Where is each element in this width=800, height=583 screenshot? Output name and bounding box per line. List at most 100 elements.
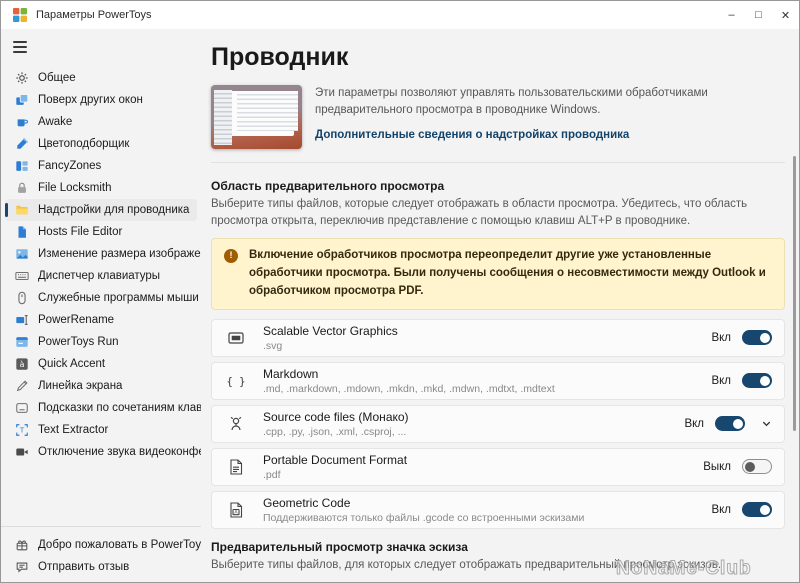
sidebar-item-label: Awake — [38, 116, 72, 128]
close-button[interactable]: ✕ — [772, 1, 799, 29]
toggle-state-label: Выкл — [703, 461, 731, 473]
enable-toggle-gcode[interactable] — [742, 502, 772, 517]
lock-icon — [14, 181, 29, 196]
settings-scroll-area: Область предварительного просмотра Выбер… — [201, 163, 799, 583]
sidebar-item-feedback[interactable]: Отправить отзыв — [5, 556, 197, 578]
sidebar-item-text-extractor[interactable]: T Text Extractor — [5, 419, 197, 441]
main-content: Проводник Эти параметры позволяют управл… — [201, 29, 799, 583]
sidebar-footer: Добро пожаловать в PowerToys Отправить о… — [1, 526, 201, 583]
selection-indicator — [5, 203, 8, 217]
enable-toggle-source-code[interactable] — [715, 416, 745, 431]
sidebar-item-label: Служебные программы мыши — [38, 292, 199, 304]
pdf-icon — [226, 457, 246, 477]
page-description: Эти параметры позволяют управлять пользо… — [315, 85, 785, 118]
sidebar-item-fancyzones[interactable]: FancyZones — [5, 155, 197, 177]
fancyzones-icon — [14, 159, 29, 174]
sidebar-item-video-conference-mute[interactable]: Отключение звука видеоконференции — [5, 441, 197, 463]
sidebar-item-powerrename[interactable]: PowerRename — [5, 309, 197, 331]
sidebar-item-keyboard-manager[interactable]: Диспетчер клавиатуры — [5, 265, 197, 287]
welcome-icon — [14, 538, 29, 553]
keyboard-icon — [14, 269, 29, 284]
file-type-card-source-code: Source code files (Монако) .cpp, .py, .j… — [211, 405, 785, 443]
sidebar-item-label: Общее — [38, 72, 76, 84]
svg-text:T: T — [18, 427, 24, 435]
sidebar-item-shortcut-guide[interactable]: Подсказки по сочетаниям клавиш — [5, 397, 197, 419]
file-type-title: Portable Document Format — [263, 453, 407, 467]
sidebar-item-label: Отключение звука видеоконференции — [38, 446, 201, 458]
explorer-hero-image — [211, 85, 302, 149]
sidebar-item-awake[interactable]: Awake — [5, 111, 197, 133]
preview-pane-warning-bar: ! Включение обработчиков просмотра перео… — [211, 238, 785, 309]
enable-toggle-markdown[interactable] — [742, 373, 772, 388]
chevron-down-icon[interactable] — [761, 418, 772, 429]
sidebar-item-quick-accent[interactable]: à Quick Accent — [5, 353, 197, 375]
learn-more-link[interactable]: Дополнительные сведения о надстройках пр… — [315, 129, 629, 141]
sidebar-item-label: Надстройки для проводника — [38, 204, 189, 216]
sidebar-item-general[interactable]: Общее — [5, 67, 197, 89]
mouse-icon — [14, 291, 29, 306]
sidebar-item-welcome[interactable]: Добро пожаловать в PowerToys — [5, 534, 197, 556]
sidebar-item-mouse-utilities[interactable]: Служебные программы мыши — [5, 287, 197, 309]
sidebar-item-screen-ruler[interactable]: Линейка экрана — [5, 375, 197, 397]
file-type-extensions: .pdf — [263, 469, 407, 481]
sidebar-item-powertoys-run[interactable]: PowerToys Run — [5, 331, 197, 353]
file-type-card-pdf: Portable Document Format .pdf Выкл — [211, 448, 785, 486]
vertical-scrollbar-thumb[interactable] — [793, 156, 796, 431]
enable-toggle-svg[interactable] — [742, 330, 772, 345]
always-on-top-icon — [14, 93, 29, 108]
sidebar-item-label: Hosts File Editor — [38, 226, 122, 238]
file-type-title: Geometric Code — [263, 496, 584, 510]
titlebar: Параметры PowerToys – □ ✕ — [1, 1, 799, 29]
sidebar-item-label: Линейка экрана — [38, 380, 122, 392]
ocr-icon: T — [14, 423, 29, 438]
window-title: Параметры PowerToys — [36, 9, 152, 21]
maximize-button[interactable]: □ — [745, 1, 772, 29]
preview-pane-heading: Область предварительного просмотра — [211, 179, 785, 193]
folder-icon — [14, 203, 29, 218]
svg-text:à: à — [19, 360, 24, 369]
sidebar-item-explorer-addons[interactable]: Надстройки для проводника — [5, 199, 197, 221]
file-type-title: Source code files (Монако) — [263, 410, 409, 424]
powertoys-app-icon — [13, 8, 27, 22]
sidebar-item-always-on-top[interactable]: Поверх других окон — [5, 89, 197, 111]
thumbnail-description: Выберите типы файлов, для которых следуе… — [211, 557, 785, 574]
sidebar-item-color-picker[interactable]: Цветоподборщик — [5, 133, 197, 155]
run-icon — [14, 335, 29, 350]
enable-toggle-pdf[interactable] — [742, 459, 772, 474]
powertoys-settings-window: Параметры PowerToys – □ ✕ Общее Поверх д… — [0, 0, 800, 583]
preview-pane-description: Выберите типы файлов, которые следует от… — [211, 196, 785, 229]
shortcut-key-icon — [14, 401, 29, 416]
hamburger-menu-icon[interactable] — [13, 35, 43, 59]
file-type-title: Markdown — [263, 367, 555, 381]
svg-text:{ }: { } — [227, 376, 245, 388]
feedback-icon — [14, 560, 29, 575]
toggle-state-label: Вкл — [711, 504, 731, 516]
sidebar-item-label: Подсказки по сочетаниям клавиш — [38, 402, 201, 414]
file-type-extensions: .svg — [263, 340, 398, 352]
file-type-card-markdown: { } Markdown .md, .markdown, .mdown, .mk… — [211, 362, 785, 400]
sidebar-item-label: PowerToys Run — [38, 336, 119, 348]
monaco-icon — [226, 414, 246, 434]
sidebar-item-label: Отправить отзыв — [38, 561, 129, 573]
toggle-state-label: Вкл — [711, 332, 731, 344]
file-type-title: Scalable Vector Graphics — [263, 324, 398, 338]
sidebar-item-label: PowerRename — [38, 314, 114, 326]
sidebar-item-label: File Locksmith — [38, 182, 112, 194]
sidebar-item-file-locksmith[interactable]: File Locksmith — [5, 177, 197, 199]
file-type-extensions: .cpp, .py, .json, .xml, .csproj, ... — [263, 426, 409, 438]
sidebar-nav: Общее Поверх других окон Awake Цветоподб… — [1, 67, 201, 526]
file-type-card-gcode: A Geometric Code Поддерживаются только ф… — [211, 491, 785, 529]
sidebar-item-label: Quick Accent — [38, 358, 105, 370]
sidebar-item-image-resizer[interactable]: Изменение размера изображений — [5, 243, 197, 265]
rename-icon — [14, 313, 29, 328]
warning-icon: ! — [224, 249, 238, 263]
braces-icon: { } — [226, 371, 246, 391]
sidebar-item-label: Text Extractor — [38, 424, 108, 436]
sidebar-item-hosts-file-editor[interactable]: Hosts File Editor — [5, 221, 197, 243]
minimize-button[interactable]: – — [718, 1, 745, 29]
file-type-cards: Scalable Vector Graphics .svg Вкл { } Ma… — [211, 319, 785, 529]
warning-text: Включение обработчиков просмотра переопр… — [249, 247, 772, 300]
pencil-icon — [14, 379, 29, 394]
sidebar-item-label: Изменение размера изображений — [38, 248, 201, 260]
gcode-icon: A — [226, 500, 246, 520]
